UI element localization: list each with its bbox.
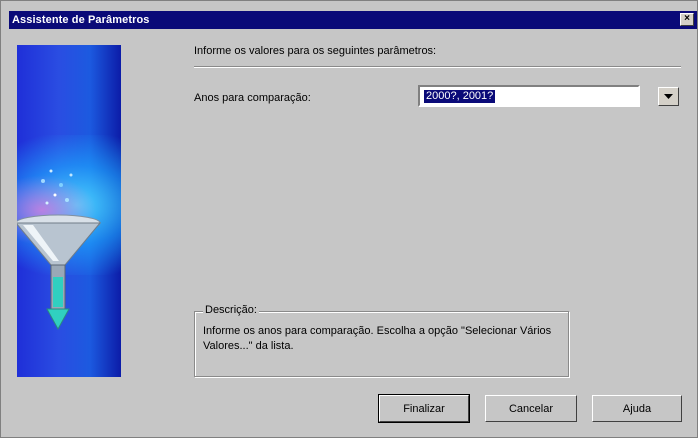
close-icon: × [684,13,690,24]
instruction-text: Informe os valores para os seguintes par… [194,45,437,57]
window-title: Assistente de Parâmetros [12,14,150,26]
help-button[interactable]: Ajuda [592,395,682,422]
funnel-icon [17,169,102,331]
wizard-side-image [17,45,121,377]
parameter-value: 2000?, 2001? [424,90,496,103]
parameter-wizard-dialog: Assistente de Parâmetros × Informe os va… [0,0,698,438]
close-button[interactable]: × [680,13,694,26]
help-button-label: Ajuda [622,402,652,415]
cancel-button-label: Cancelar [508,402,554,415]
parameter-label: Anos para comparação: [194,92,311,104]
description-group: Descrição: Informe os anos para comparaç… [194,304,569,377]
title-bar[interactable]: Assistente de Parâmetros × [9,11,697,29]
finish-button-label: Finalizar [403,402,445,415]
parameter-dropdown-button[interactable] [658,87,679,106]
parameter-value-field[interactable]: 2000?, 2001? [418,85,640,107]
description-legend: Descrição: [203,304,259,316]
finish-button[interactable]: Finalizar [378,394,470,423]
cancel-button[interactable]: Cancelar [485,395,577,422]
separator-line [194,66,681,68]
description-text: Informe os anos para comparação. Escolha… [203,325,552,352]
chevron-down-icon [664,94,673,99]
